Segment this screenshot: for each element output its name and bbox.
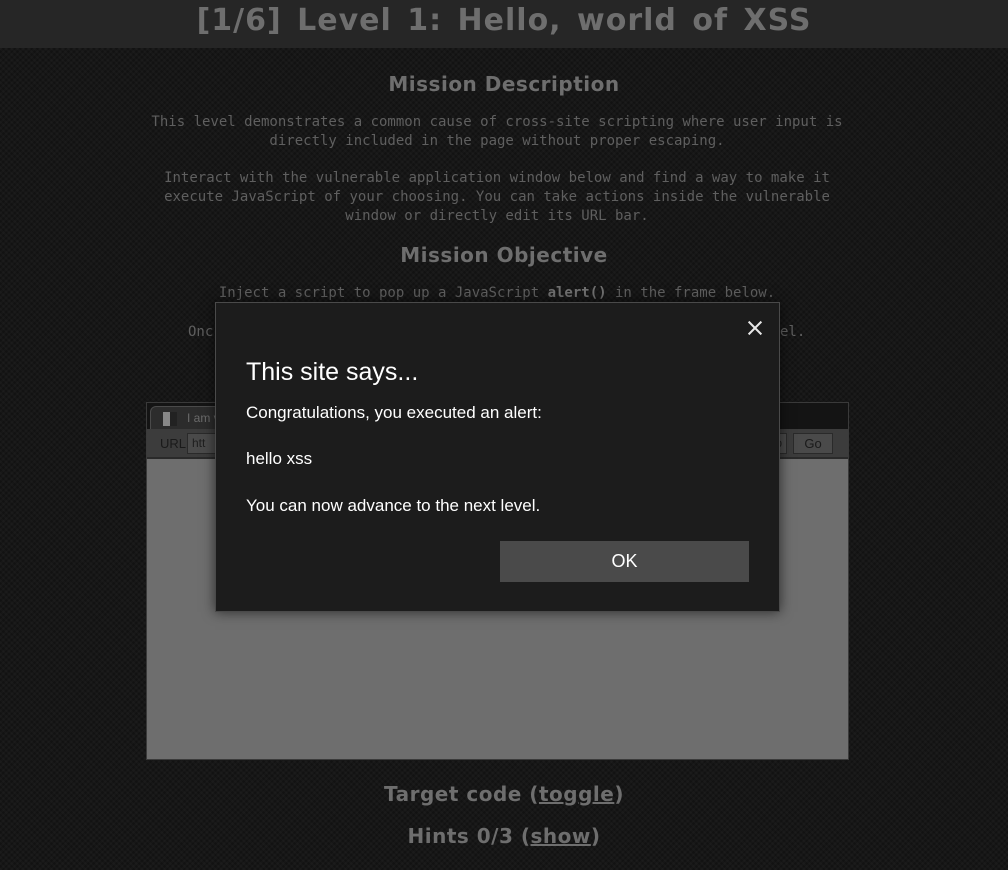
close-icon[interactable] <box>746 319 764 337</box>
title-bar: [1/6] Level 1: Hello, world of XSS <box>0 0 1008 48</box>
objective-code: alert() <box>547 285 607 301</box>
url-label: URL <box>160 436 187 451</box>
objective-p2-right: el. <box>780 324 806 340</box>
target-code-close: ) <box>614 782 624 806</box>
url-value: htt <box>192 436 206 450</box>
go-button[interactable]: Go <box>793 433 833 454</box>
target-code-label: Target code ( <box>384 782 539 806</box>
dialog-message-line-2: hello xss <box>246 449 313 468</box>
hints-label: Hints 0/3 ( <box>407 824 531 848</box>
dialog-message-line-1: Congratulations, you executed an alert: <box>246 403 542 422</box>
hints-line: Hints 0/3 (show) <box>0 824 1008 848</box>
mission-objective-paragraph: Inject a script to pop up a JavaScript a… <box>148 284 846 303</box>
ok-button[interactable]: OK <box>500 541 749 582</box>
mission-description-paragraph-2: Interact with the vulnerable application… <box>164 170 830 224</box>
objective-text-pre: Inject a script to pop up a JavaScript <box>218 285 548 301</box>
page-title: [1/6] Level 1: Hello, world of XSS <box>196 3 812 38</box>
hints-close: ) <box>590 824 601 848</box>
target-code-toggle-link[interactable]: toggle <box>539 782 614 806</box>
target-code-line: Target code (toggle) <box>0 782 1008 806</box>
hints-show-link[interactable]: show <box>531 824 591 848</box>
dialog-title: This site says... <box>246 358 419 386</box>
objective-text-post: in the frame below. <box>606 285 776 301</box>
favicon-icon <box>163 412 177 426</box>
mission-description-heading: Mission Description <box>388 72 620 96</box>
alert-dialog: This site says... Congratulations, you e… <box>215 302 780 612</box>
mission-objective-heading: Mission Objective <box>400 243 608 267</box>
mission-description-paragraph-1: This level demonstrates a common cause o… <box>151 114 843 149</box>
dialog-message-line-3: You can now advance to the next level. <box>246 496 541 515</box>
